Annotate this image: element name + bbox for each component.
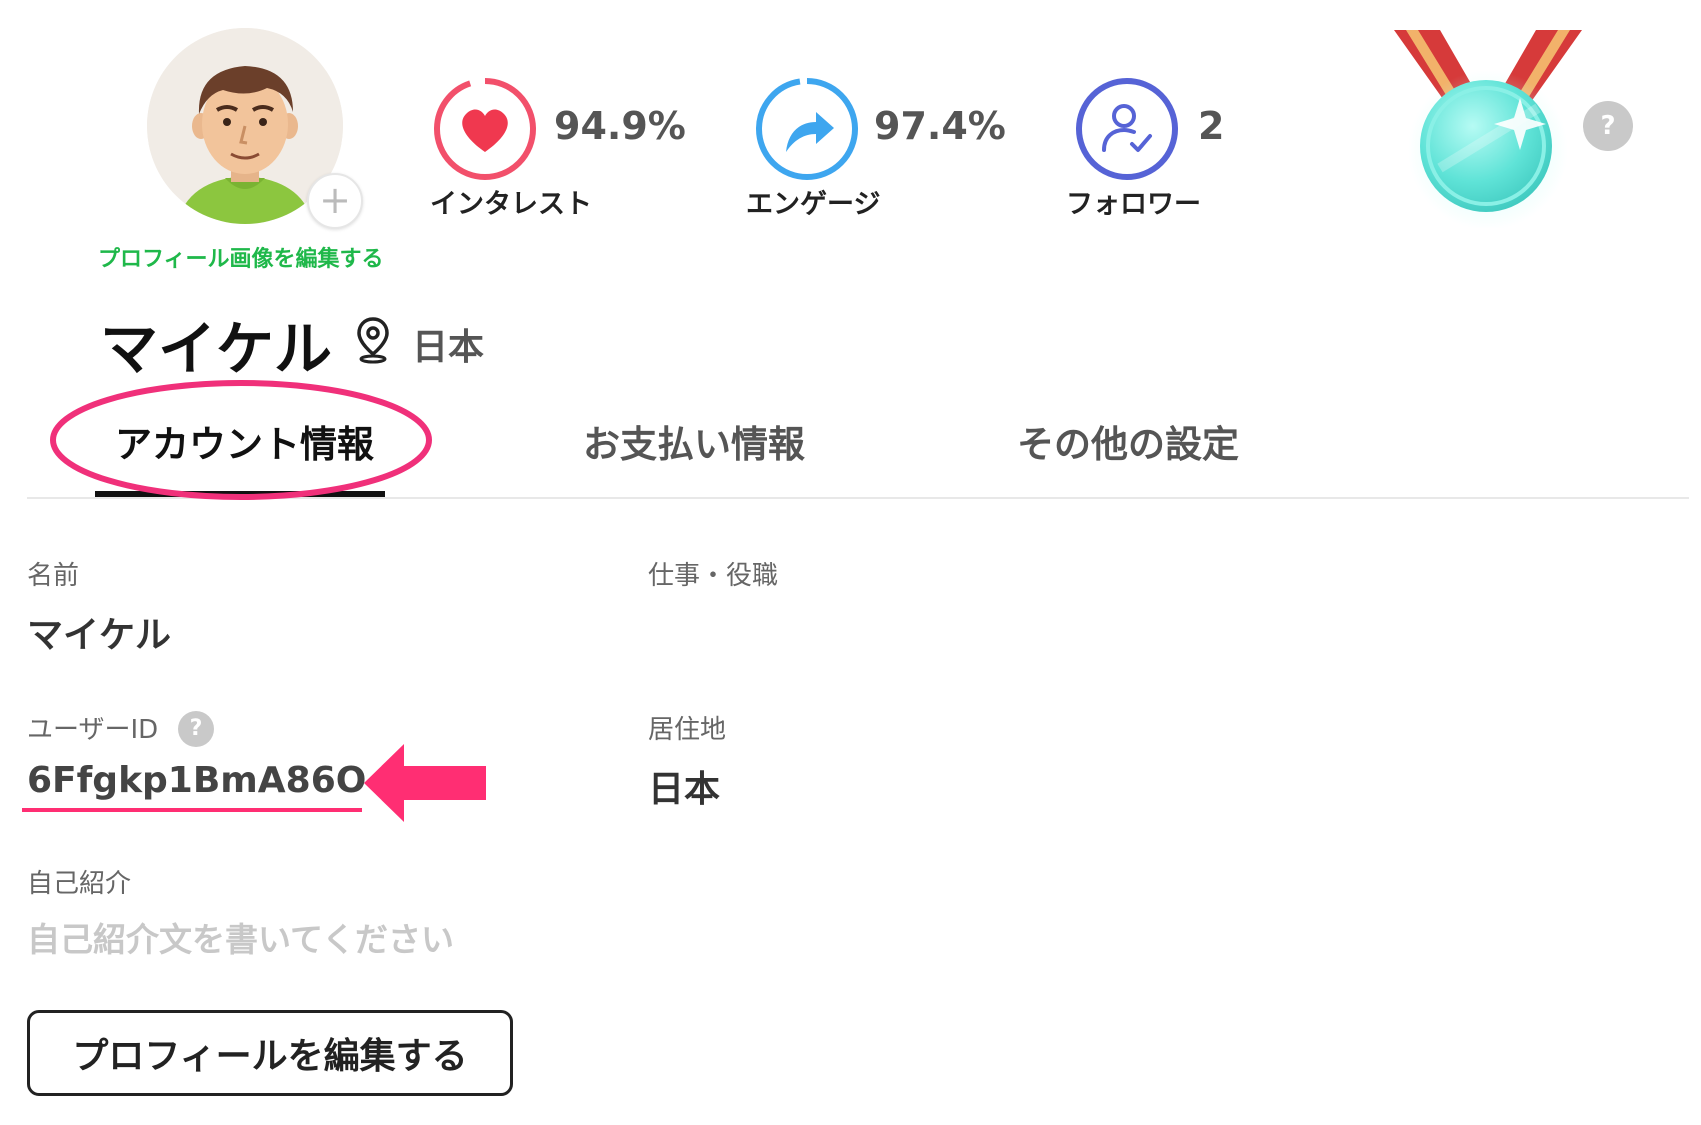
stat-engage-value: 97.4% [874, 104, 1006, 148]
stat-interest-value: 94.9% [554, 104, 686, 148]
avatar-container: + [147, 28, 363, 229]
medal-icon [1394, 30, 1582, 228]
edit-profile-image-link[interactable]: プロフィール画像を編集する [98, 241, 384, 273]
bio-field-label: 自己紹介 [27, 869, 132, 899]
add-photo-button[interactable]: + [307, 173, 363, 229]
annotation-arrow-icon [364, 744, 486, 822]
stat-followers-ring [1076, 78, 1178, 180]
stat-interest: 94.9% インタレスト [430, 76, 692, 226]
stat-followers[interactable]: 2 フォロワー [1066, 76, 1294, 226]
tab-payment-info[interactable]: お支払い情報 [583, 414, 805, 468]
user-id-help-icon[interactable]: ? [178, 711, 214, 747]
profile-location: 日本 [412, 327, 485, 368]
stat-followers-label: フォロワー [1066, 189, 1201, 220]
tabs-divider [27, 497, 1689, 499]
tab-account-info[interactable]: アカウント情報 [115, 414, 374, 468]
stat-engage: 97.4% エンゲージ [746, 76, 1014, 226]
stat-followers-value: 2 [1198, 104, 1225, 148]
user-id-value: 6Ffgkp1BmA86O [27, 760, 367, 801]
stat-engage-label: エンゲージ [746, 189, 881, 220]
edit-profile-button[interactable]: プロフィールを編集する [27, 1010, 513, 1096]
stat-engage-ring [756, 78, 858, 180]
location-pin-icon [357, 317, 389, 364]
tab-other-settings[interactable]: その他の設定 [1017, 414, 1239, 468]
profile-name: マイケル [100, 315, 333, 383]
job-field-label: 仕事・役職 [648, 561, 779, 591]
medal-help-icon[interactable]: ? [1583, 101, 1633, 151]
name-field-label: 名前 [27, 561, 80, 591]
residence-field-label: 居住地 [648, 715, 727, 745]
user-id-field-label: ユーザーID [27, 715, 159, 745]
stat-interest-label: インタレスト [430, 189, 592, 220]
name-field-value: マイケル [27, 615, 172, 656]
annotation-underline [22, 808, 362, 812]
stat-interest-ring [434, 78, 536, 180]
residence-field-value: 日本 [648, 769, 721, 810]
bio-placeholder: 自己紹介文を書いてください [27, 920, 455, 959]
